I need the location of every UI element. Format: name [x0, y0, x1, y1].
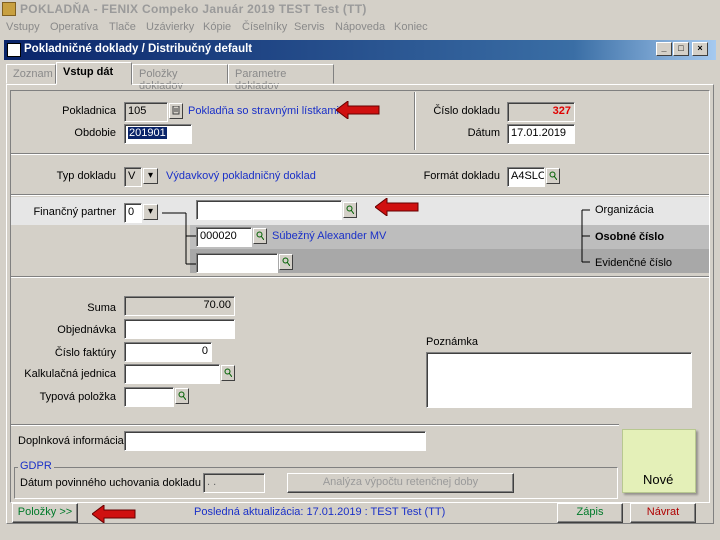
menu-ciselniky[interactable]: Číselníky	[242, 21, 287, 33]
objednavka-label: Objednávka	[57, 324, 116, 336]
tab-parametre-dokladov[interactable]: Parametre dokladov	[228, 64, 334, 92]
minimize-button[interactable]: _	[656, 42, 672, 56]
menu-servis[interactable]: Servis	[294, 21, 325, 33]
navrat-button[interactable]: Návrat	[630, 503, 696, 523]
tab-polozky-dokladov[interactable]: Položky dokladov	[132, 64, 228, 92]
pokladnica-lookup-icon[interactable]	[169, 103, 183, 119]
menu-bar: Vstupy Operatíva Tlače Uzávierky Kópie Č…	[0, 18, 720, 38]
obdobie-label: Obdobie	[74, 127, 116, 139]
separator	[11, 276, 709, 278]
partner-evidencne-cislo-field[interactable]	[196, 253, 278, 273]
menu-koniec[interactable]: Koniec	[394, 21, 428, 33]
option-evidencne-cislo[interactable]: Evidenčné číslo	[595, 257, 672, 269]
typ-dokladu-dropdown-icon[interactable]: ▾	[143, 168, 158, 184]
menu-tlace[interactable]: Tlače	[109, 21, 136, 33]
format-dokladu-label: Formát dokladu	[423, 170, 500, 182]
poznamka-textarea[interactable]	[426, 352, 692, 408]
financny-partner-dropdown-icon[interactable]: ▾	[143, 204, 158, 220]
close-button[interactable]: ×	[692, 42, 708, 56]
pokladnica-field[interactable]: 105	[124, 102, 168, 122]
kalkulacna-jednica-label: Kalkulačná jednica	[24, 368, 116, 380]
tab-vstup-dat[interactable]: Vstup dát	[56, 62, 132, 85]
menu-vstupy[interactable]: Vstupy	[6, 21, 40, 33]
typova-polozka-lookup-icon[interactable]	[175, 388, 189, 404]
menu-kopie[interactable]: Kópie	[203, 21, 231, 33]
window-icon	[7, 43, 21, 57]
tab-zoznam[interactable]: Zoznam	[6, 64, 56, 84]
zapis-button[interactable]: Zápis	[557, 503, 623, 523]
doplnkova-field[interactable]	[124, 431, 426, 451]
option-organizacia[interactable]: Organizácia	[595, 204, 654, 216]
sticky-note-text: Nové	[643, 472, 674, 487]
pokladnica-label: Pokladnica	[62, 105, 116, 117]
typ-dokladu-label: Typ dokladu	[56, 170, 116, 182]
partner-organizacia-field[interactable]	[196, 200, 342, 220]
red-arrow-icon	[375, 198, 419, 216]
suma-field: 70.00	[124, 296, 235, 316]
separator	[11, 153, 709, 155]
menu-operativa[interactable]: Operatíva	[50, 21, 98, 33]
datum-label: Dátum	[467, 127, 500, 139]
typova-polozka-label: Typová položka	[39, 391, 116, 403]
analyza-retencnej-doby-button[interactable]: Analýza výpočtu retenčnej doby	[287, 473, 514, 493]
gdpr-label: GDPR	[18, 460, 54, 472]
typ-dokladu-name: Výdavkový pokladničný doklad	[166, 170, 316, 182]
datum-uchovania-label: Dátum povinného uchovania dokladu	[20, 477, 202, 489]
partner-evidencne-cislo-lookup-icon[interactable]	[279, 254, 293, 270]
cislo-faktury-field[interactable]: 0	[124, 342, 212, 362]
option-osobne-cislo[interactable]: Osobné číslo	[595, 231, 664, 243]
poznamka-label: Poznámka	[426, 336, 478, 348]
partner-osobne-cislo-lookup-icon[interactable]	[253, 228, 267, 244]
kalkulacna-jednica-field[interactable]	[124, 364, 220, 384]
cislo-dokladu-label: Číslo dokladu	[433, 105, 500, 117]
red-arrow-icon	[336, 101, 380, 119]
format-dokladu-lookup-icon[interactable]	[546, 168, 560, 184]
cislo-faktury-label: Číslo faktúry	[54, 347, 116, 359]
typova-polozka-field[interactable]	[124, 387, 174, 407]
menu-napoveda[interactable]: Nápoveda	[335, 21, 385, 33]
partner-connector-lines	[162, 212, 196, 265]
app-titlebar: POKLADŇA - FENIX Compeko Január 2019 TES…	[0, 0, 720, 18]
option-bracket-lines	[581, 209, 590, 263]
doplnkova-label: Doplnková informácia	[18, 435, 124, 447]
red-arrow-icon	[92, 505, 136, 523]
partner-osobne-cislo-field[interactable]: 000020	[196, 227, 252, 247]
format-dokladu-field[interactable]: A4SLO	[507, 167, 545, 187]
obdobie-field[interactable]: 201901	[124, 124, 192, 144]
window-titlebar: Pokladničné doklady / Distribučný defaul…	[4, 40, 716, 60]
app-title: POKLADŇA - FENIX Compeko Január 2019 TES…	[20, 2, 367, 16]
last-update-text: Posledná aktualizácia: 17.01.2019 : TEST…	[194, 506, 446, 518]
polozky-button[interactable]: Položky >>	[12, 503, 78, 523]
financny-partner-field[interactable]: 0	[124, 203, 142, 223]
maximize-button[interactable]: □	[673, 42, 689, 56]
kalkulacna-jednica-lookup-icon[interactable]	[221, 365, 235, 381]
financny-partner-label: Finančný partner	[33, 206, 116, 218]
suma-label: Suma	[87, 302, 116, 314]
menu-uzavierky[interactable]: Uzávierky	[146, 21, 194, 33]
window-title: Pokladničné doklady / Distribučný defaul…	[24, 43, 253, 55]
partner-osobne-name: Súbežný Alexander MV	[272, 230, 387, 242]
cislo-dokladu-field: 327	[507, 102, 575, 122]
separator	[11, 194, 709, 196]
objednavka-field[interactable]	[124, 319, 235, 339]
vertical-divider	[414, 92, 416, 150]
obdobie-selected-text: 201901	[128, 127, 167, 139]
partner-organizacia-lookup-icon[interactable]	[343, 202, 357, 218]
datum-uchovania-field: . .	[203, 473, 265, 493]
sticky-note: Nové	[622, 429, 696, 493]
datum-field[interactable]: 17.01.2019	[507, 124, 575, 144]
separator	[11, 424, 619, 426]
pokladnica-name: Pokladňa so stravnými lístkami	[188, 105, 339, 117]
app-icon	[2, 2, 16, 16]
typ-dokladu-field[interactable]: V	[124, 167, 142, 187]
